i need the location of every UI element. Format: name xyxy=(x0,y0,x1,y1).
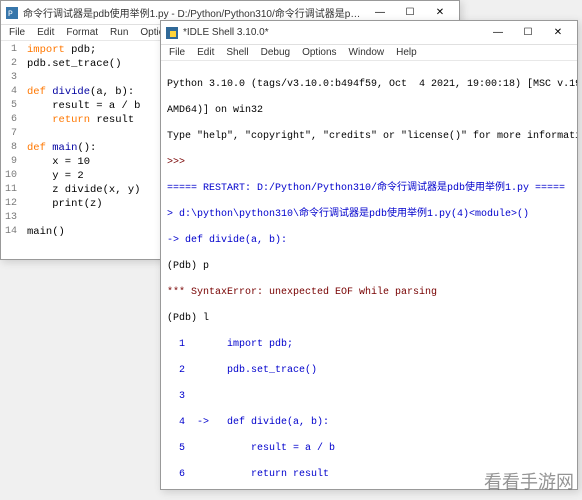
shell-output[interactable]: Python 3.10.0 (tags/v3.10.0:b494f59, Oct… xyxy=(161,61,577,485)
line-number: 8 xyxy=(1,141,17,155)
code-token: def xyxy=(27,142,46,154)
line-number: 7 xyxy=(1,127,17,141)
shell-menubar: File Edit Shell Debug Options Window Hel… xyxy=(161,45,577,61)
shell-window-controls: — ☐ ✕ xyxy=(483,22,573,44)
shell-banner: Python 3.10.0 (tags/v3.10.0:b494f59, Oct… xyxy=(167,79,577,90)
code-token: z divide(x, y) xyxy=(27,184,140,196)
code-token: pdb.set_trace() xyxy=(27,58,122,70)
code-token: import xyxy=(27,44,65,56)
menu-run[interactable]: Run xyxy=(110,27,128,38)
python-file-icon: P xyxy=(5,6,19,20)
minimize-button[interactable]: — xyxy=(483,22,513,44)
pdb-src: 4 -> def divide(a, b): xyxy=(167,417,329,428)
line-number: 6 xyxy=(1,113,17,127)
pdb-location: > d:\python\python310\命令行调试器是pdb使用举例1.py… xyxy=(167,209,529,220)
pdb-src: 5 result = a / b xyxy=(167,443,335,454)
shell-window: *IDLE Shell 3.10.0* — ☐ ✕ File Edit Shel… xyxy=(160,20,578,490)
menu-options[interactable]: Options xyxy=(302,47,336,58)
line-number: 4 xyxy=(1,85,17,99)
line-number: 11 xyxy=(1,183,17,197)
menu-shell[interactable]: Shell xyxy=(226,47,248,58)
code-token: return xyxy=(52,114,90,126)
code-token: result xyxy=(90,114,134,126)
line-number: 10 xyxy=(1,169,17,183)
pdb-src: 2 pdb.set_trace() xyxy=(167,365,317,376)
code-token: def xyxy=(27,86,46,98)
shell-window-title: *IDLE Shell 3.10.0* xyxy=(183,27,483,38)
code-token: (): xyxy=(77,142,96,154)
restart-banner: ===== RESTART: D:/Python/Python310/命令行调试… xyxy=(167,183,565,194)
code-token: x = 10 xyxy=(27,156,90,168)
line-number: 3 xyxy=(1,71,17,85)
pdb-src: 6 return result xyxy=(167,469,329,480)
shell-prompt: >>> xyxy=(167,157,185,168)
menu-debug[interactable]: Debug xyxy=(261,47,290,58)
code-token: (a, b): xyxy=(90,86,134,98)
editor-window-title: 命令行调试器是pdb使用举例1.py - D:/Python/Python310… xyxy=(23,5,365,20)
line-number: 2 xyxy=(1,57,17,71)
pdb-src: 1 import pdb; xyxy=(167,339,293,350)
code-token: pdb; xyxy=(65,44,97,56)
line-number: 14 xyxy=(1,225,17,239)
menu-format[interactable]: Format xyxy=(66,27,98,38)
pdb-prompt: (Pdb) l xyxy=(167,313,209,324)
menu-window[interactable]: Window xyxy=(349,47,385,58)
shell-banner: AMD64)] on win32 xyxy=(167,105,263,116)
menu-help[interactable]: Help xyxy=(396,47,417,58)
pdb-prompt: (Pdb) p xyxy=(167,261,209,272)
svg-text:P: P xyxy=(8,10,13,19)
shell-banner: Type "help", "copyright", "credits" or "… xyxy=(167,131,577,142)
code-token: divide xyxy=(52,86,90,98)
line-number: 5 xyxy=(1,99,17,113)
close-button[interactable]: ✕ xyxy=(543,22,573,44)
line-number: 12 xyxy=(1,197,17,211)
idle-shell-icon xyxy=(165,26,179,40)
code-token: y = 2 xyxy=(27,170,84,182)
code-token xyxy=(27,114,52,126)
line-number: 9 xyxy=(1,155,17,169)
pdb-current-line: -> def divide(a, b): xyxy=(167,235,287,246)
line-number: 1 xyxy=(1,43,17,57)
line-gutter: 1234567891011121314 xyxy=(1,41,21,255)
code-token: print(z) xyxy=(27,198,103,210)
code-token: result = a / b xyxy=(27,100,140,112)
pdb-src: 3 xyxy=(167,391,197,402)
menu-file[interactable]: File xyxy=(9,27,25,38)
shell-titlebar[interactable]: *IDLE Shell 3.10.0* — ☐ ✕ xyxy=(161,21,577,45)
menu-edit[interactable]: Edit xyxy=(37,27,54,38)
code-token: main() xyxy=(27,226,65,238)
syntax-error: *** SyntaxError: unexpected EOF while pa… xyxy=(167,287,437,298)
line-number: 13 xyxy=(1,211,17,225)
menu-edit[interactable]: Edit xyxy=(197,47,214,58)
maximize-button[interactable]: ☐ xyxy=(513,22,543,44)
code-token: main xyxy=(52,142,77,154)
menu-file[interactable]: File xyxy=(169,47,185,58)
